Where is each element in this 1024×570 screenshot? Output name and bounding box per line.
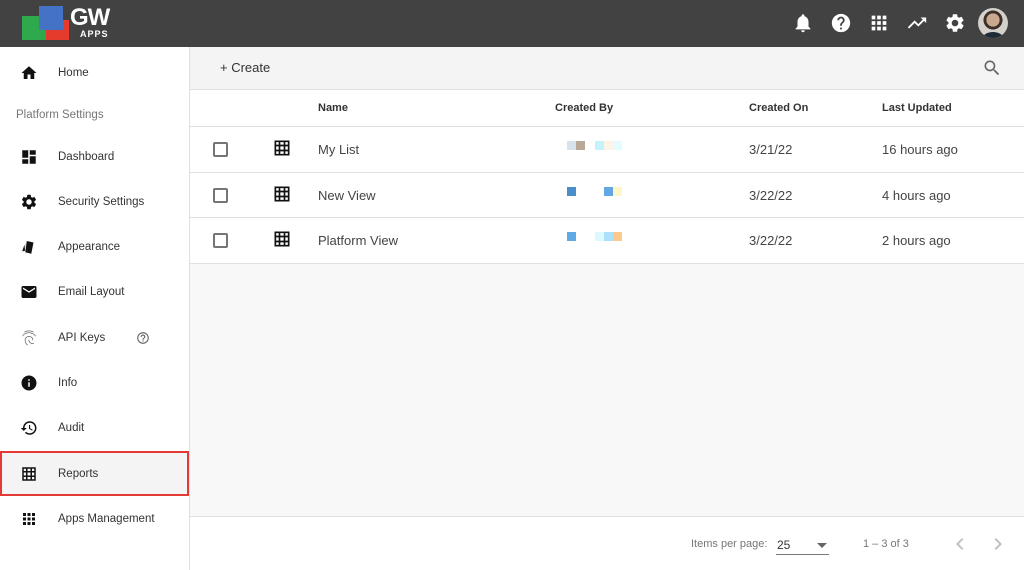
items-per-page-select[interactable]: 25 [776, 533, 829, 555]
chevron-right-icon [994, 538, 1002, 550]
analytics-button[interactable] [898, 8, 936, 38]
table-empty-area [190, 264, 1024, 516]
search-icon [984, 60, 1000, 76]
notifications-button[interactable] [784, 8, 822, 38]
reports-toolbar: + Create [190, 47, 1024, 90]
row-name[interactable]: New View [318, 188, 376, 203]
table-row[interactable]: My List 3/21/22 16 hours ago [190, 127, 1024, 173]
column-header-name[interactable]: Name [318, 102, 348, 114]
sidebar-item-label: API Keys [58, 332, 106, 344]
user-avatar[interactable] [978, 8, 1008, 38]
help-icon [831, 13, 851, 33]
next-page-button[interactable] [986, 532, 1010, 556]
sidebar-item-label: Security Settings [58, 196, 145, 208]
top-bar: GW APPS [0, 0, 1024, 47]
table-grid-icon [20, 465, 38, 483]
reports-table: Name Created By Created On Last Updated … [190, 90, 1024, 264]
items-per-page-label: Items per page: [691, 538, 768, 550]
chevron-left-icon [956, 538, 964, 550]
gw-apps-logo[interactable]: GW APPS [22, 4, 117, 43]
info-icon [20, 374, 38, 392]
mail-icon [20, 283, 38, 301]
sidebar-item-label: Appearance [58, 241, 121, 253]
gear-icon [946, 14, 964, 32]
dropdown-arrow-icon [817, 543, 827, 548]
apps-icon [20, 510, 38, 528]
bell-icon [795, 14, 811, 33]
page-range-label: 1 – 3 of 3 [863, 538, 909, 550]
history-icon [20, 419, 38, 437]
sidebar-item-reports[interactable]: Reports [0, 451, 189, 496]
fingerprint-icon [20, 329, 38, 347]
table-header: Name Created By Created On Last Updated [190, 90, 1024, 127]
row-checkbox[interactable] [213, 142, 228, 157]
table-row[interactable]: New View 3/22/22 4 hours ago [190, 173, 1024, 218]
paginator: Items per page: 25 1 – 3 of 3 [190, 516, 1024, 570]
sidebar-item-security-settings[interactable]: Security Settings [0, 180, 189, 224]
sidebar-item-label: Reports [58, 467, 99, 480]
search-button[interactable] [982, 58, 1002, 78]
sidebar-item-audit[interactable]: Audit [0, 406, 189, 450]
created-by-redacted [567, 232, 627, 244]
table-grid-icon [272, 229, 292, 249]
row-name[interactable]: Platform View [318, 233, 398, 248]
sidebar-item-label: Dashboard [58, 151, 115, 163]
table-grid-icon [272, 138, 292, 158]
logo-blue-square [39, 6, 63, 30]
table-row[interactable]: Platform View 3/22/22 2 hours ago [190, 218, 1024, 264]
row-last-updated: 16 hours ago [882, 142, 958, 157]
sidebar-item-label: Audit [58, 422, 85, 434]
column-header-created-by[interactable]: Created By [555, 102, 613, 114]
items-per-page-value: 25 [777, 538, 791, 552]
table-grid-icon [272, 184, 292, 204]
column-header-last-updated[interactable]: Last Updated [882, 102, 952, 114]
trending-up-icon [907, 17, 927, 29]
sidebar-item-label: Info [58, 377, 78, 389]
home-icon [20, 64, 38, 82]
sidebar: Home Platform Settings Dashboard Securit… [0, 47, 190, 570]
logo-text: GW [70, 4, 110, 31]
row-created-on: 3/22/22 [749, 233, 793, 248]
row-last-updated: 4 hours ago [882, 187, 951, 203]
sidebar-item-home[interactable]: Home [0, 51, 189, 95]
row-last-updated: 2 hours ago [882, 233, 951, 248]
gear-icon [20, 193, 38, 211]
api-keys-help-icon[interactable] [136, 331, 150, 345]
previous-page-button[interactable] [948, 532, 972, 556]
row-created-on: 3/22/22 [749, 187, 793, 203]
sidebar-item-label: Home [58, 67, 89, 79]
sidebar-item-email-layout[interactable]: Email Layout [0, 270, 189, 314]
apps-grid-icon [871, 15, 887, 31]
column-header-created-on[interactable]: Created On [749, 102, 808, 114]
apps-launcher-button[interactable] [860, 8, 898, 38]
row-created-on: 3/21/22 [749, 142, 793, 157]
help-button[interactable] [822, 8, 860, 38]
sidebar-item-apps-management[interactable]: Apps Management [0, 497, 189, 541]
created-by-redacted [567, 141, 627, 153]
row-checkbox[interactable] [213, 187, 228, 203]
sidebar-item-dashboard[interactable]: Dashboard [0, 135, 189, 179]
sidebar-item-label: Email Layout [58, 286, 125, 298]
row-name[interactable]: My List [318, 142, 359, 157]
row-checkbox[interactable] [213, 233, 228, 248]
create-button[interactable]: + Create [220, 60, 270, 75]
sidebar-item-info[interactable]: Info [0, 361, 189, 405]
sidebar-item-api-keys[interactable]: API Keys [0, 316, 189, 360]
dashboard-icon [20, 148, 38, 166]
section-heading-platform-settings: Platform Settings [16, 109, 104, 121]
sidebar-item-label: Apps Management [58, 513, 155, 525]
logo-subtext: APPS [80, 29, 109, 39]
sidebar-item-appearance[interactable]: Appearance [0, 225, 189, 269]
palette-cards-icon [20, 238, 38, 256]
settings-button[interactable] [936, 8, 974, 38]
created-by-redacted [567, 186, 627, 199]
